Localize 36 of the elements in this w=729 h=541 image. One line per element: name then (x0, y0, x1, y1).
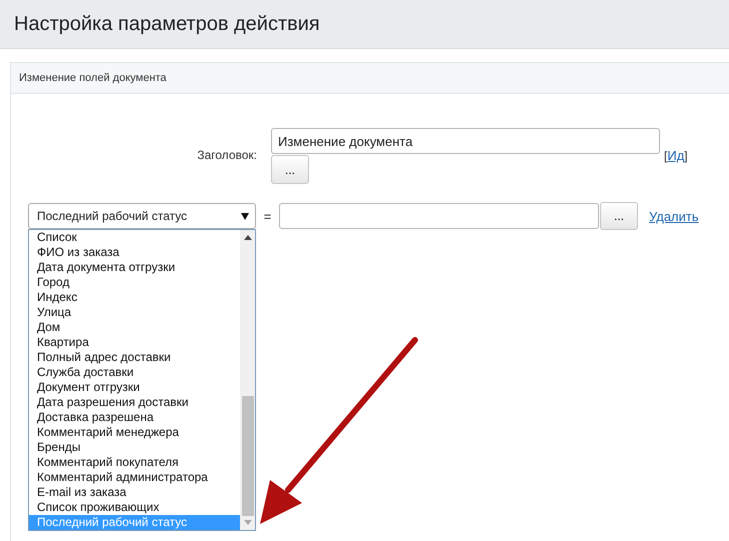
dropdown-option[interactable]: Квартира (29, 335, 240, 350)
dropdown-option[interactable]: Список проживающих (29, 500, 240, 515)
dropdown-option[interactable]: Документ отгрузки (29, 380, 240, 395)
select-dropdown[interactable]: Последний рабочий статус (28, 203, 256, 229)
dropdown-option[interactable]: Комментарий покупателя (29, 455, 240, 470)
caret-icon (241, 212, 249, 220)
dropdown-option[interactable]: Дата документа отгрузки (29, 260, 240, 275)
dropdown-option[interactable]: Комментарий менеджера (29, 425, 240, 440)
dropdown-option[interactable]: Полный адрес доставки (29, 350, 240, 365)
bracket: ] (684, 149, 688, 163)
browse-button[interactable]: ... (271, 155, 309, 184)
dropdown-option[interactable]: E-mail из заказа (29, 485, 240, 500)
dropdown-option[interactable]: Дата разрешения доставки (29, 395, 240, 410)
dropdown-option[interactable]: Бренды (29, 440, 240, 455)
field-label: Заголовок: (196, 148, 258, 162)
dropdown-option[interactable]: ФИО из заказа (29, 245, 240, 260)
dropdown-option[interactable]: Улица (29, 305, 240, 320)
scroll-down-icon[interactable] (242, 520, 252, 526)
dropdown-option[interactable]: Дом (29, 320, 240, 335)
bracket: [ (664, 149, 668, 163)
dropdown-option[interactable]: Комментарий администратора (29, 470, 240, 485)
scrollbar[interactable] (240, 230, 255, 530)
dropdown-option[interactable]: Служба доставки (29, 365, 240, 380)
dropdown-option[interactable]: Индекс (29, 290, 240, 305)
value-field[interactable] (279, 203, 599, 229)
operator-label: = (262, 208, 272, 224)
panel-title: Изменение полей документа (19, 72, 166, 84)
dropdown-option[interactable]: Доставка разрешена (29, 410, 240, 425)
delete-link[interactable]: Удалить (649, 208, 699, 224)
dropdown-option[interactable]: Список (29, 230, 240, 245)
dropdown-option[interactable]: Город (29, 275, 240, 290)
window-title: Настройка параметров действия (14, 12, 320, 36)
scroll-up-icon[interactable] (242, 234, 252, 240)
id-link[interactable]: Ид (667, 148, 684, 163)
input-field[interactable]: Изменение документа (271, 128, 660, 154)
browse-button[interactable]: ... (600, 202, 638, 230)
